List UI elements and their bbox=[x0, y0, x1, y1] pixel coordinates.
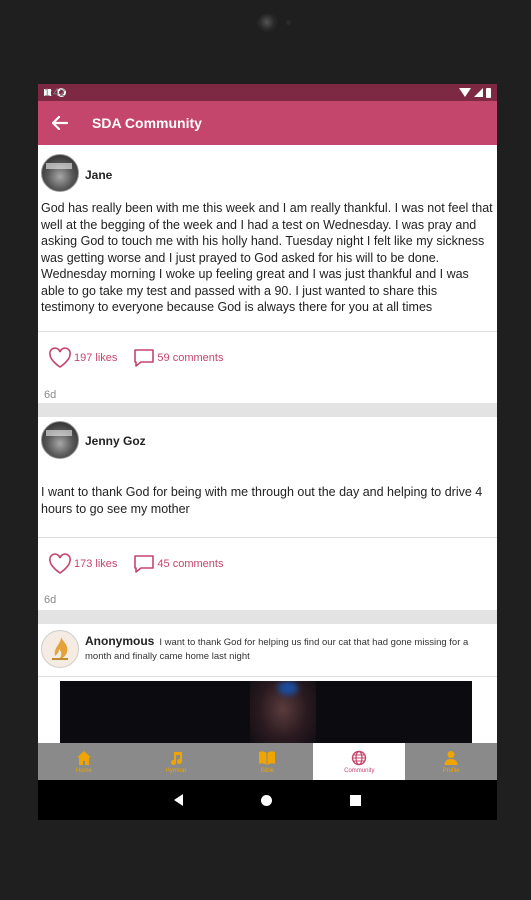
post-time: 6d bbox=[44, 389, 57, 401]
post-card: Jenny Goz I want to thank God for being … bbox=[38, 417, 497, 610]
system-recents-icon[interactable] bbox=[350, 794, 361, 806]
status-time: 1:42 bbox=[44, 86, 66, 99]
nav-home[interactable]: Home bbox=[38, 743, 130, 780]
heart-icon bbox=[49, 347, 71, 368]
comments-count: 45 comments bbox=[157, 558, 224, 570]
status-bar: 1:42 bbox=[38, 84, 497, 101]
flame-logo-icon bbox=[52, 637, 68, 660]
nav-label: Profile bbox=[442, 767, 460, 774]
wifi-icon bbox=[459, 88, 471, 97]
like-button[interactable]: 173 likes bbox=[48, 553, 117, 575]
post-text: God has really been with me this week an… bbox=[41, 201, 493, 314]
nav-hymnal[interactable]: Hymnal bbox=[130, 743, 222, 780]
post-author[interactable]: Anonymous bbox=[85, 634, 154, 648]
sensor bbox=[286, 20, 291, 25]
likes-count: 197 likes bbox=[74, 352, 118, 364]
nav-label: Bible bbox=[260, 767, 275, 774]
post-separator bbox=[38, 403, 497, 417]
nav-label: Community bbox=[344, 767, 375, 774]
heart-icon bbox=[49, 553, 71, 574]
system-home-icon[interactable] bbox=[261, 794, 272, 806]
arrow-left-icon bbox=[52, 116, 68, 130]
post-separator bbox=[38, 610, 497, 624]
nav-label: Home bbox=[75, 767, 92, 774]
divider bbox=[38, 331, 497, 332]
nav-bible[interactable]: Bible bbox=[222, 743, 314, 780]
system-back-icon[interactable] bbox=[174, 794, 183, 806]
app-bar: SDA Community bbox=[38, 101, 497, 145]
nav-label: Hymnal bbox=[165, 767, 186, 774]
post-video[interactable] bbox=[60, 681, 472, 743]
home-icon bbox=[76, 750, 91, 765]
avatar[interactable] bbox=[41, 421, 79, 459]
phone-screen: 1:42 SDA Community Jane God has really b… bbox=[38, 84, 497, 820]
battery-icon bbox=[486, 87, 491, 98]
avatar[interactable] bbox=[41, 154, 79, 192]
video-light bbox=[278, 681, 298, 695]
nav-community[interactable]: Community bbox=[313, 743, 406, 780]
bottom-navigation: Home Hymnal Bible Community Profile bbox=[38, 743, 497, 780]
comments-button[interactable]: 59 comments bbox=[133, 348, 223, 368]
post-actions: 197 likes 59 comments bbox=[48, 347, 239, 369]
divider bbox=[38, 676, 497, 677]
comment-icon bbox=[134, 555, 155, 573]
post-text: I want to thank God for being with me th… bbox=[41, 485, 483, 516]
likes-count: 173 likes bbox=[74, 558, 118, 570]
globe-icon bbox=[352, 750, 367, 765]
post-actions: 173 likes 45 comments bbox=[48, 553, 239, 575]
post-text: Anonymous I want to thank God for helping… bbox=[85, 634, 490, 664]
post-author[interactable]: Jane bbox=[85, 168, 112, 182]
divider bbox=[38, 537, 497, 538]
music-note-icon bbox=[170, 751, 182, 765]
page-title: SDA Community bbox=[92, 115, 202, 131]
like-button[interactable]: 197 likes bbox=[48, 347, 117, 369]
avatar[interactable] bbox=[41, 630, 79, 668]
book-icon bbox=[259, 750, 276, 765]
post-author[interactable]: Jenny Goz bbox=[85, 434, 146, 448]
front-camera bbox=[257, 14, 279, 32]
person-icon bbox=[444, 750, 458, 765]
signal-icon bbox=[474, 88, 483, 97]
comments-count: 59 comments bbox=[157, 352, 224, 364]
back-button[interactable] bbox=[38, 101, 82, 145]
comments-button[interactable]: 45 comments bbox=[133, 554, 223, 574]
post-time: 6d bbox=[44, 594, 57, 606]
nav-profile[interactable]: Profile bbox=[405, 743, 497, 780]
post-card: Jane God has really been with me this we… bbox=[38, 145, 497, 403]
community-feed[interactable]: Jane God has really been with me this we… bbox=[38, 145, 497, 743]
comment-icon bbox=[134, 349, 155, 367]
post-card: Anonymous I want to thank God for helping… bbox=[38, 624, 497, 743]
system-navigation-bar bbox=[38, 780, 497, 820]
